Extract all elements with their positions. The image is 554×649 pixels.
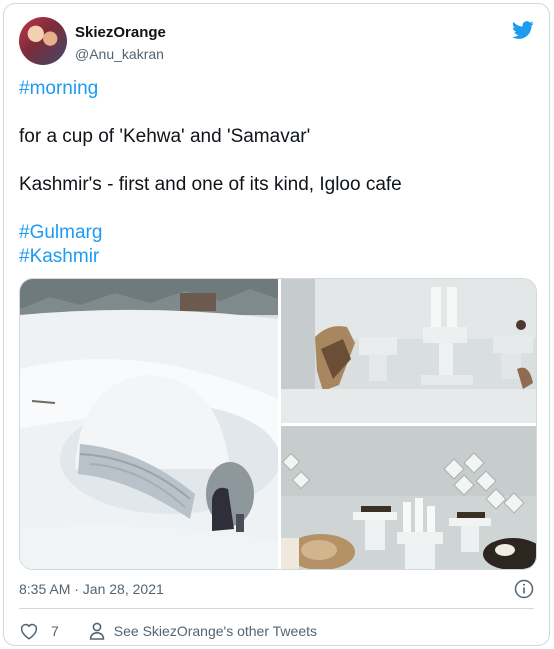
like-button[interactable]: 7	[19, 622, 59, 640]
hashtag-kashmir[interactable]: #Kashmir	[19, 245, 99, 269]
hashtag-gulmarg[interactable]: #Gulmarg	[19, 221, 102, 245]
tweet-actions: 7 See SkiezOrange's other Tweets	[19, 619, 317, 643]
like-count: 7	[51, 623, 59, 639]
tweet-card: SkiezOrange @Anu_kakran #morning for a c…	[3, 3, 550, 646]
avatar[interactable]	[19, 17, 67, 65]
tweet-timestamp[interactable]: 8:35 AM · Jan 28, 2021	[19, 580, 164, 598]
photo-igloo-tables[interactable]	[281, 426, 536, 569]
person-icon	[89, 622, 105, 640]
display-name[interactable]: SkiezOrange	[75, 24, 166, 42]
user-info[interactable]: SkiezOrange @Anu_kakran	[75, 24, 166, 63]
media-grid	[19, 278, 537, 570]
heart-icon	[20, 623, 38, 640]
see-other-tweets-link[interactable]: See SkiezOrange's other Tweets	[89, 622, 317, 640]
tweet-line: Kashmir's - first and one of its kind, I…	[19, 174, 402, 195]
info-icon[interactable]	[514, 579, 534, 599]
twitter-bird-icon[interactable]	[511, 19, 535, 41]
see-other-tweets-label: See SkiezOrange's other Tweets	[113, 623, 317, 639]
divider	[19, 608, 534, 609]
photo-igloo-interior[interactable]	[281, 279, 536, 423]
photo-igloo-exterior[interactable]	[20, 279, 278, 569]
user-handle[interactable]: @Anu_kakran	[75, 45, 166, 63]
hashtag-morning[interactable]: #morning	[19, 77, 98, 101]
tweet-line: for a cup of 'Kehwa' and 'Samavar'	[19, 126, 311, 147]
